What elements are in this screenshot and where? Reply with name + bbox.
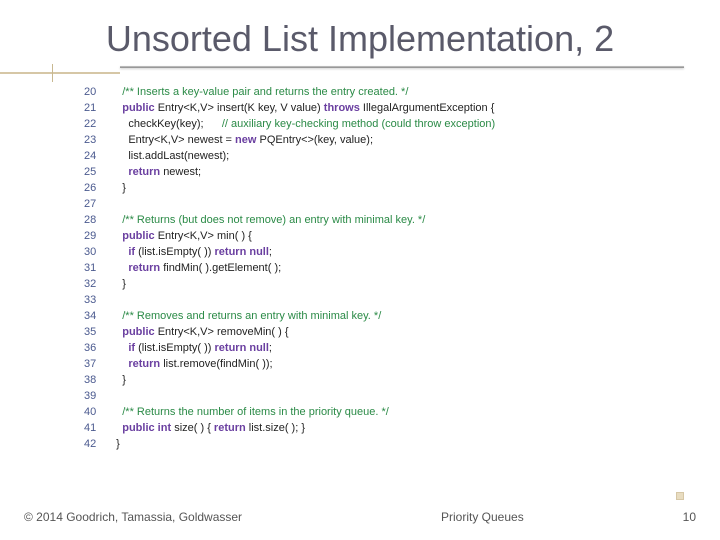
code-line: 34 /** Removes and returns an entry with… bbox=[84, 308, 644, 324]
code-text: public Entry<K,V> removeMin( ) { bbox=[110, 324, 289, 340]
accent-square bbox=[676, 492, 684, 500]
slide: Unsorted List Implementation, 2 20 /** I… bbox=[0, 0, 720, 540]
code-text: /** Inserts a key-value pair and returns… bbox=[110, 84, 408, 100]
accent-line bbox=[0, 72, 120, 74]
code-line: 31 return findMin( ).getElement( ); bbox=[84, 260, 644, 276]
code-text: /** Returns (but does not remove) an ent… bbox=[110, 212, 425, 228]
page-number: 10 bbox=[683, 510, 696, 524]
code-line: 39 bbox=[84, 388, 644, 404]
footer: © 2014 Goodrich, Tamassia, Goldwasser Pr… bbox=[24, 510, 696, 524]
line-number: 26 bbox=[84, 180, 110, 196]
copyright-text: © 2014 Goodrich, Tamassia, Goldwasser bbox=[24, 510, 242, 524]
code-line: 21 public Entry<K,V> insert(K key, V val… bbox=[84, 100, 644, 116]
code-line: 42 } bbox=[84, 436, 644, 452]
line-number: 25 bbox=[84, 164, 110, 180]
line-number: 23 bbox=[84, 132, 110, 148]
code-text: } bbox=[110, 180, 126, 196]
accent-cross-vertical bbox=[52, 64, 53, 82]
line-number: 29 bbox=[84, 228, 110, 244]
line-number: 30 bbox=[84, 244, 110, 260]
line-number: 34 bbox=[84, 308, 110, 324]
line-number: 24 bbox=[84, 148, 110, 164]
code-line: 29 public Entry<K,V> min( ) { bbox=[84, 228, 644, 244]
slide-title: Unsorted List Implementation, 2 bbox=[36, 18, 684, 60]
code-text: public int size( ) { return list.size( )… bbox=[110, 420, 305, 436]
code-line: 37 return list.remove(findMin( )); bbox=[84, 356, 644, 372]
code-line: 23 Entry<K,V> newest = new PQEntry<>(key… bbox=[84, 132, 644, 148]
code-line: 22 checkKey(key); // auxiliary key-check… bbox=[84, 116, 644, 132]
code-text: if (list.isEmpty( )) return null; bbox=[110, 244, 272, 260]
code-line: 38 } bbox=[84, 372, 644, 388]
code-text: list.addLast(newest); bbox=[110, 148, 229, 164]
code-text: if (list.isEmpty( )) return null; bbox=[110, 340, 272, 356]
line-number: 20 bbox=[84, 84, 110, 100]
line-number: 38 bbox=[84, 372, 110, 388]
code-text: public Entry<K,V> insert(K key, V value)… bbox=[110, 100, 494, 116]
code-line: 26 } bbox=[84, 180, 644, 196]
code-line: 32 } bbox=[84, 276, 644, 292]
line-number: 42 bbox=[84, 436, 110, 452]
code-line: 20 /** Inserts a key-value pair and retu… bbox=[84, 84, 644, 100]
line-number: 37 bbox=[84, 356, 110, 372]
code-text: checkKey(key); // auxiliary key-checking… bbox=[110, 116, 495, 132]
code-listing: 20 /** Inserts a key-value pair and retu… bbox=[84, 84, 644, 452]
code-text: return findMin( ).getElement( ); bbox=[110, 260, 281, 276]
code-line: 25 return newest; bbox=[84, 164, 644, 180]
code-line: 40 /** Returns the number of items in th… bbox=[84, 404, 644, 420]
line-number: 36 bbox=[84, 340, 110, 356]
line-number: 32 bbox=[84, 276, 110, 292]
code-text: } bbox=[110, 372, 126, 388]
line-number: 33 bbox=[84, 292, 110, 308]
line-number: 28 bbox=[84, 212, 110, 228]
code-line: 28 /** Returns (but does not remove) an … bbox=[84, 212, 644, 228]
title-underline bbox=[120, 66, 684, 68]
line-number: 31 bbox=[84, 260, 110, 276]
line-number: 35 bbox=[84, 324, 110, 340]
code-text: return newest; bbox=[110, 164, 201, 180]
code-line: 24 list.addLast(newest); bbox=[84, 148, 644, 164]
line-number: 21 bbox=[84, 100, 110, 116]
code-line: 27 bbox=[84, 196, 644, 212]
code-text: public Entry<K,V> min( ) { bbox=[110, 228, 252, 244]
line-number: 27 bbox=[84, 196, 110, 212]
code-text: Entry<K,V> newest = new PQEntry<>(key, v… bbox=[110, 132, 373, 148]
footer-topic: Priority Queues bbox=[242, 510, 683, 524]
code-text: /** Returns the number of items in the p… bbox=[110, 404, 389, 420]
code-line: 41 public int size( ) { return list.size… bbox=[84, 420, 644, 436]
code-line: 30 if (list.isEmpty( )) return null; bbox=[84, 244, 644, 260]
code-text: } bbox=[110, 276, 126, 292]
code-text: return list.remove(findMin( )); bbox=[110, 356, 273, 372]
line-number: 41 bbox=[84, 420, 110, 436]
code-text: } bbox=[110, 436, 120, 452]
code-line: 36 if (list.isEmpty( )) return null; bbox=[84, 340, 644, 356]
code-text: /** Removes and returns an entry with mi… bbox=[110, 308, 381, 324]
line-number: 22 bbox=[84, 116, 110, 132]
code-line: 35 public Entry<K,V> removeMin( ) { bbox=[84, 324, 644, 340]
line-number: 40 bbox=[84, 404, 110, 420]
line-number: 39 bbox=[84, 388, 110, 404]
code-line: 33 bbox=[84, 292, 644, 308]
